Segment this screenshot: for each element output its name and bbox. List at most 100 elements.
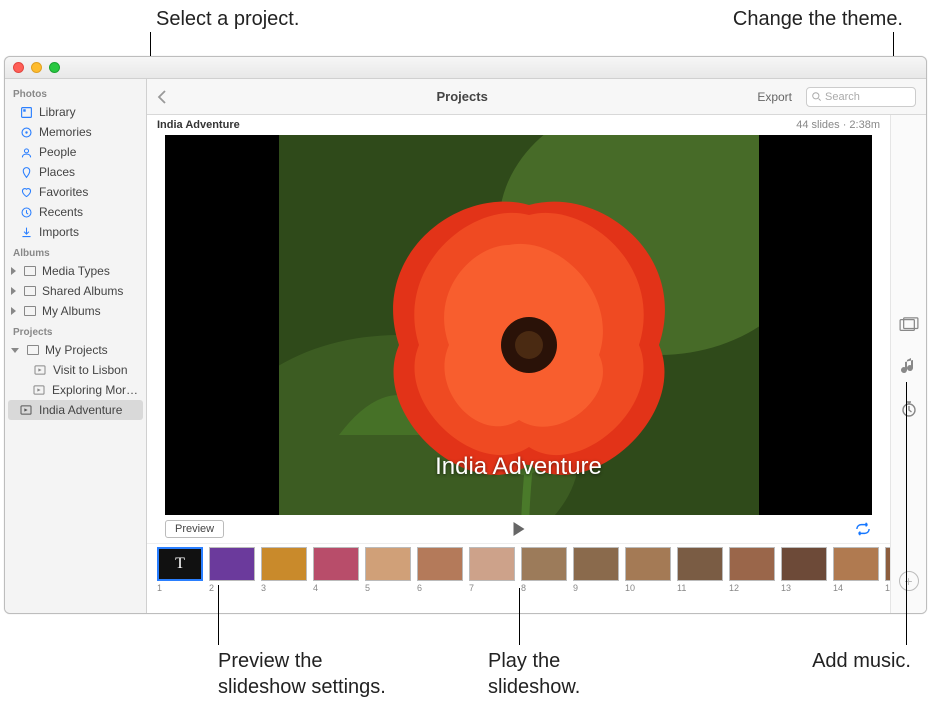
thumbnail-number: 11 — [677, 581, 723, 593]
sidebar-item-label: Shared Albums — [42, 284, 123, 298]
sidebar-item-recents[interactable]: Recents — [5, 202, 146, 222]
folder-icon — [24, 306, 36, 316]
sidebar-project-exploring[interactable]: Exploring Mor… — [5, 380, 146, 400]
slideshow-icon — [19, 403, 33, 417]
project-info: 44 slides · 2:38m — [796, 119, 880, 131]
thumbnail[interactable]: 12 — [729, 547, 775, 593]
sidebar-item-imports[interactable]: Imports — [5, 222, 146, 242]
thumbnail-number: 6 — [417, 581, 463, 593]
project-name: India Adventure — [157, 119, 240, 131]
duration-button[interactable] — [899, 399, 919, 419]
callout-preview: Preview the slideshow settings. — [218, 648, 386, 700]
slideshow-icon — [33, 383, 46, 397]
thumbnail-number: 14 — [833, 581, 879, 593]
search-icon — [811, 91, 822, 102]
thumbnail[interactable]: 10 — [625, 547, 671, 593]
thumbnail-number: 8 — [521, 581, 567, 593]
export-button[interactable]: Export — [757, 90, 792, 104]
sidebar-item-label: My Albums — [42, 304, 101, 318]
sidebar-item-shared-albums[interactable]: Shared Albums — [5, 281, 146, 301]
sidebar-item-places[interactable]: Places — [5, 162, 146, 182]
thumbnail[interactable]: 6 — [417, 547, 463, 593]
slide-title-overlay: India Adventure — [279, 453, 759, 481]
sidebar-project-india-adventure[interactable]: India Adventure — [8, 400, 143, 420]
callout-select-project: Select a project. — [156, 6, 299, 32]
thumbnail-number: 2 — [209, 581, 255, 593]
thumbnail[interactable]: 2 — [209, 547, 255, 593]
preview-button[interactable]: Preview — [165, 520, 224, 538]
sidebar: Photos Library Memories People Places Fa… — [5, 79, 147, 613]
folder-icon — [24, 286, 36, 296]
play-button[interactable] — [513, 522, 524, 536]
thumbnail[interactable]: 14 — [833, 547, 879, 593]
thumbnail-image — [677, 547, 723, 581]
music-button[interactable] — [899, 357, 919, 377]
sidebar-project-visit-lisbon[interactable]: Visit to Lisbon — [5, 360, 146, 380]
back-button[interactable] — [157, 89, 167, 105]
sidebar-item-people[interactable]: People — [5, 142, 146, 162]
memories-icon — [19, 125, 33, 139]
thumbnail-image — [833, 547, 879, 581]
thumbnail-image — [781, 547, 827, 581]
minimize-icon[interactable] — [31, 62, 42, 73]
chevron-down-icon — [11, 348, 19, 353]
places-icon — [19, 165, 33, 179]
favorites-icon — [19, 185, 33, 199]
add-photos-button[interactable]: + — [899, 571, 919, 591]
thumbnail-image — [209, 547, 255, 581]
thumbnail-number: 12 — [729, 581, 775, 593]
maximize-icon[interactable] — [49, 62, 60, 73]
close-icon[interactable] — [13, 62, 24, 73]
thumbnail-number: 13 — [781, 581, 827, 593]
search-field[interactable]: Search — [806, 87, 916, 107]
thumbnail[interactable]: 9 — [573, 547, 619, 593]
thumbnail[interactable]: 8 — [521, 547, 567, 593]
toolbar-title: Projects — [175, 89, 749, 104]
chevron-right-icon — [11, 267, 16, 275]
slideshow-icon — [33, 363, 47, 377]
titlebar — [5, 57, 926, 79]
thumbnail[interactable]: 5 — [365, 547, 411, 593]
sidebar-item-label: Visit to Lisbon — [53, 363, 128, 377]
thumbnail-image — [625, 547, 671, 581]
thumbnail[interactable]: 11 — [677, 547, 723, 593]
thumbnail[interactable]: 13 — [781, 547, 827, 593]
thumbnail-image — [469, 547, 515, 581]
sidebar-item-favorites[interactable]: Favorites — [5, 182, 146, 202]
slide-viewer[interactable]: India Adventure — [165, 135, 872, 515]
leader-line — [218, 585, 219, 645]
theme-button[interactable] — [899, 315, 919, 335]
window-controls — [13, 62, 60, 73]
thumbnail[interactable]: 3 — [261, 547, 307, 593]
sidebar-item-library[interactable]: Library — [5, 102, 146, 122]
sidebar-item-my-albums[interactable]: My Albums — [5, 301, 146, 321]
thumbnail-image — [573, 547, 619, 581]
thumbnail[interactable]: T1 — [157, 547, 203, 593]
thumbnail-number: 9 — [573, 581, 619, 593]
thumbnail-number: 3 — [261, 581, 307, 593]
sidebar-item-label: Memories — [39, 125, 92, 139]
thumbnail-image — [521, 547, 567, 581]
thumbnail-number: 5 — [365, 581, 411, 593]
sidebar-section-projects: Projects — [5, 321, 146, 340]
thumbnail[interactable]: 7 — [469, 547, 515, 593]
thumbnail-image — [417, 547, 463, 581]
sidebar-item-label: Places — [39, 165, 75, 179]
folder-icon — [24, 266, 36, 276]
thumbnail-number: 10 — [625, 581, 671, 593]
thumbnail-image — [365, 547, 411, 581]
sidebar-item-my-projects[interactable]: My Projects — [5, 340, 146, 360]
sidebar-item-label: My Projects — [45, 343, 108, 357]
loop-button[interactable] — [854, 522, 872, 536]
stage-header: India Adventure 44 slides · 2:38m — [147, 115, 890, 135]
sidebar-item-label: India Adventure — [39, 403, 122, 417]
sidebar-item-memories[interactable]: Memories — [5, 122, 146, 142]
thumbnail-number: 7 — [469, 581, 515, 593]
callout-play: Play the slideshow. — [488, 648, 580, 700]
sidebar-item-label: Recents — [39, 205, 83, 219]
thumbnail[interactable]: 4 — [313, 547, 359, 593]
sidebar-item-media-types[interactable]: Media Types — [5, 261, 146, 281]
thumbnail-number: 1 — [157, 581, 203, 593]
app-window: Photos Library Memories People Places Fa… — [4, 56, 927, 614]
play-icon — [513, 522, 524, 536]
